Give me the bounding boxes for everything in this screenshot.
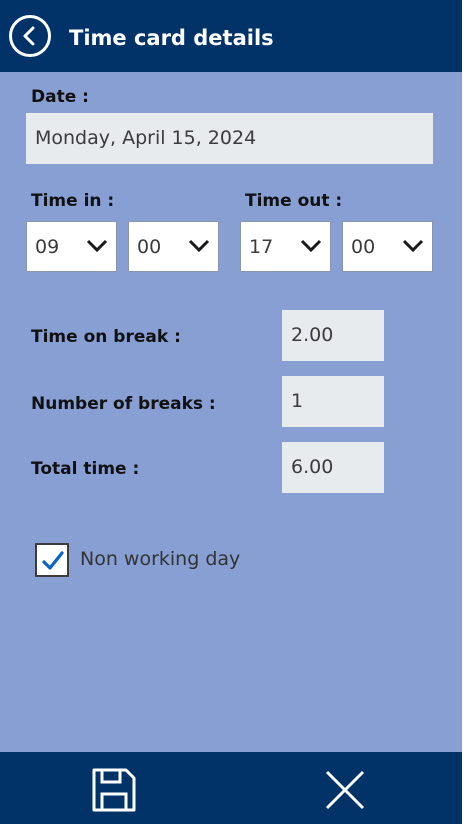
chevron-down-icon [402,239,424,253]
footer-toolbar [0,752,462,824]
page-title: Time card details [69,26,274,50]
date-label: Date : [31,87,89,107]
time-in-hour-value: 09 [35,236,60,258]
time-out-hour-value: 17 [249,236,274,258]
check-icon [42,551,64,570]
time-out-minute-dropdown[interactable]: 00 [342,221,433,272]
total-time-label: Total time : [31,459,140,479]
total-time-field: 6.00 [282,442,384,493]
chevron-down-icon [86,239,108,253]
time-out-label: Time out : [245,191,343,211]
chevron-down-icon [188,239,210,253]
time-in-minute-dropdown[interactable]: 00 [128,221,219,272]
app-header: Time card details [0,0,464,72]
time-in-minute-value: 00 [137,236,162,258]
time-out-minute-value: 00 [351,236,376,258]
time-on-break-field[interactable]: 2.00 [282,310,384,361]
chevron-down-icon [300,239,322,253]
close-icon [325,770,365,810]
date-field[interactable]: Monday, April 15, 2024 [26,113,433,164]
time-out-hour-dropdown[interactable]: 17 [240,221,331,272]
non-working-day-checkbox[interactable] [35,543,69,577]
save-button[interactable] [90,766,138,814]
back-arrow-icon [23,26,35,46]
non-working-day-label: Non working day [80,548,241,570]
time-in-hour-dropdown[interactable]: 09 [26,221,117,272]
time-on-break-label: Time on break : [31,327,181,347]
time-in-label: Time in : [31,191,115,211]
number-of-breaks-label: Number of breaks : [31,394,216,414]
back-button[interactable] [9,15,51,57]
number-of-breaks-field[interactable]: 1 [282,376,384,427]
save-floppy-icon [92,768,136,812]
cancel-button[interactable] [323,768,367,812]
